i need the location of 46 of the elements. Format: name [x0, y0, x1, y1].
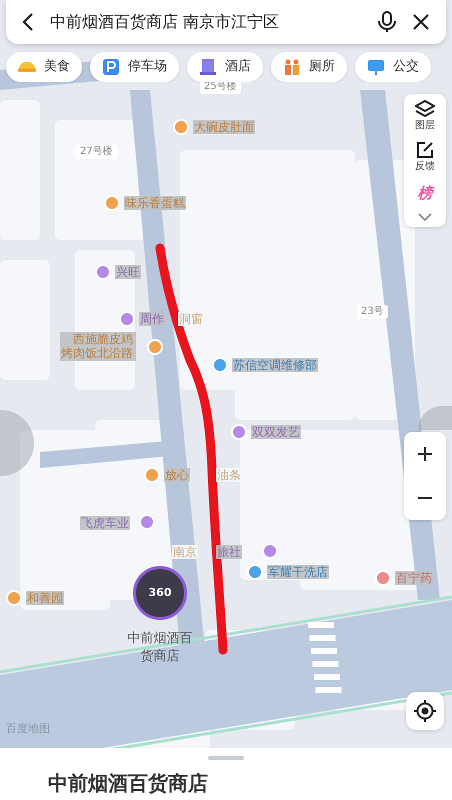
locate-icon: [413, 699, 437, 723]
place-label: 放心: [164, 468, 190, 482]
food-icon: [18, 61, 36, 72]
place-label: 味乐香蛋糕: [124, 196, 186, 210]
category-chip[interactable]: 厕所: [271, 52, 347, 82]
layers-icon: [415, 100, 435, 118]
map-logo: 百度地图: [6, 721, 50, 737]
place-label: 西施脆皮鸡烤肉饭北沿路: [60, 332, 136, 361]
place-label: 大碗皮肚面: [193, 120, 255, 134]
search-query[interactable]: 中前烟酒百货商店 南京市江宁区: [50, 10, 362, 34]
place-label: 和善园: [26, 591, 64, 606]
place-label: 洞窗: [178, 312, 204, 326]
locate-button[interactable]: [406, 692, 444, 730]
drag-handle[interactable]: [208, 756, 244, 760]
building-label: 23号: [357, 305, 388, 319]
place-label: 飞虎车业: [80, 516, 130, 530]
microphone-icon[interactable]: [378, 11, 396, 33]
place-name: 中前烟酒百货商店: [126, 630, 194, 666]
chevron-icon[interactable]: [418, 212, 432, 220]
place-label: 军耀干洗店: [267, 565, 329, 580]
building-icon: [199, 58, 217, 76]
category-chip[interactable]: 停车场: [90, 52, 179, 82]
place-label: 周作: [139, 312, 165, 326]
place-label: 百宁药: [395, 571, 433, 586]
category-chip[interactable]: 美食: [6, 52, 82, 82]
edit-icon: [416, 141, 434, 159]
place-label: 苏信空调维修部: [232, 358, 318, 372]
people-icon: [283, 58, 301, 76]
place-label: 兴旺: [115, 265, 141, 280]
place-title: 中前烟酒百货商店: [47, 770, 208, 797]
plus-icon: [417, 446, 433, 462]
parking-icon: [102, 58, 120, 76]
map-tool-button[interactable]: 反馈: [415, 141, 435, 174]
back-icon[interactable]: [22, 13, 34, 31]
place-label: 油条: [216, 468, 242, 482]
place-label: 旅社: [216, 545, 242, 560]
place-label: 双双发艺: [251, 425, 301, 440]
category-chip[interactable]: 酒店: [187, 52, 263, 82]
close-icon[interactable]: [412, 13, 430, 31]
crosswalk-drawing: [308, 622, 342, 693]
sign-icon: [367, 58, 385, 76]
place-label: 南京: [172, 545, 198, 560]
building-label: 27号楼: [76, 145, 117, 159]
category-chip[interactable]: 公交: [355, 52, 431, 82]
minus-icon: [417, 496, 433, 499]
map-tool-button[interactable]: 图层: [415, 100, 435, 133]
